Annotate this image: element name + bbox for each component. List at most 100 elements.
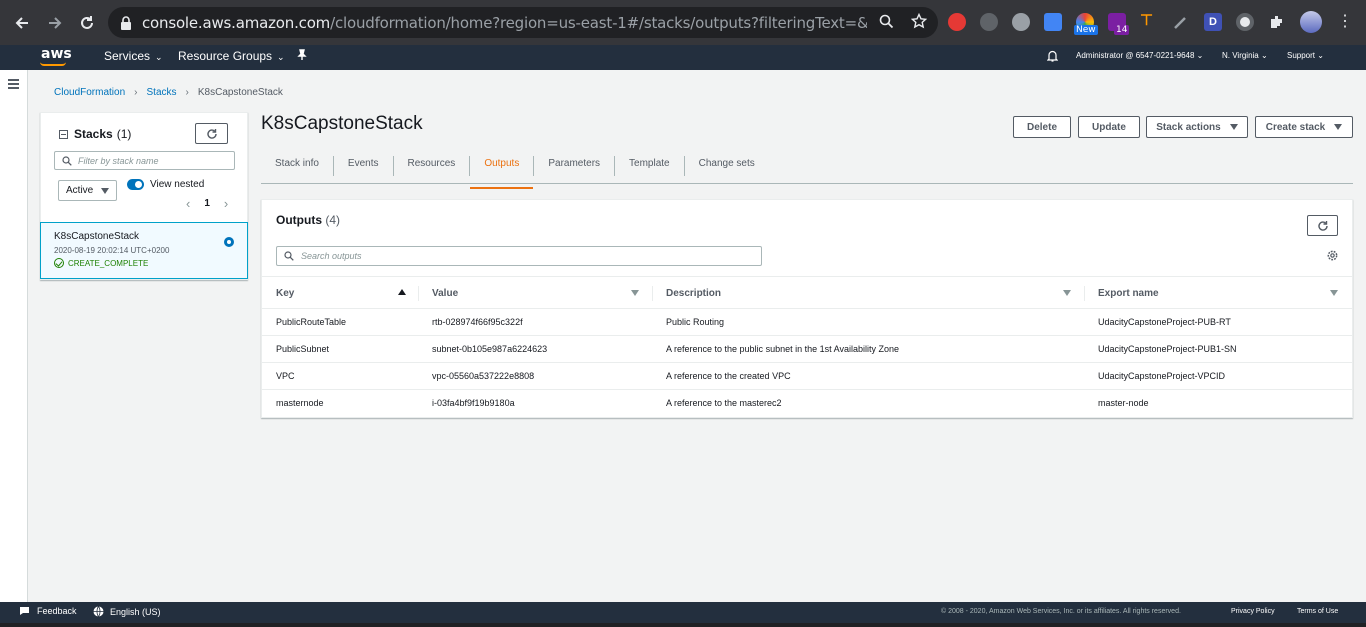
- lock-icon: [121, 15, 131, 30]
- column-divider: [1084, 286, 1085, 301]
- column-header-description[interactable]: Description: [666, 288, 721, 299]
- cell-value: i-03fa4bf9f19b9180a: [432, 398, 515, 408]
- outputs-panel: Outputs (4) Search outputs Key Value Des…: [261, 199, 1353, 418]
- tab-template[interactable]: Template: [615, 156, 685, 176]
- breadcrumb-current: K8sCapstoneStack: [197, 87, 283, 98]
- stacks-panel-title: Stacks (1): [59, 127, 131, 141]
- update-button[interactable]: Update: [1078, 116, 1140, 138]
- stack-radio-selected[interactable]: [224, 237, 234, 247]
- extension-circle-icon[interactable]: [1236, 13, 1254, 31]
- next-page-icon[interactable]: ›: [224, 196, 228, 211]
- hamburger-menu-icon[interactable]: [8, 79, 19, 91]
- tab-resources[interactable]: Resources: [394, 156, 471, 176]
- chevron-down-icon: ⌄: [1261, 51, 1268, 60]
- column-header-value[interactable]: Value: [432, 288, 458, 299]
- sort-icon[interactable]: [1330, 290, 1338, 296]
- stack-filter-input[interactable]: Filter by stack name: [54, 151, 235, 170]
- cell-description: A reference to the masterec2: [666, 398, 782, 408]
- tab-change-sets[interactable]: Change sets: [685, 156, 769, 176]
- caret-down-icon: [1229, 124, 1238, 130]
- cell-value: subnet-0b105e987a6224623: [432, 344, 548, 354]
- tab-events[interactable]: Events: [334, 156, 394, 176]
- extension-grid-icon[interactable]: [1012, 13, 1030, 31]
- support-menu[interactable]: Support ⌄: [1287, 51, 1324, 60]
- pin-icon[interactable]: [297, 49, 307, 64]
- zoom-icon[interactable]: [879, 14, 894, 33]
- extension-flag-icon[interactable]: ⊤: [1140, 13, 1158, 31]
- collapse-icon[interactable]: [59, 129, 68, 139]
- stack-name[interactable]: K8sCapstoneStack: [54, 231, 139, 242]
- caret-down-icon: [1334, 124, 1343, 130]
- chevron-down-icon: ⌄: [1317, 51, 1324, 60]
- column-header-export-name[interactable]: Export name: [1098, 288, 1159, 299]
- extension-d-icon[interactable]: D: [1204, 13, 1222, 31]
- chevron-right-icon: ›: [185, 87, 189, 98]
- stack-actions-button[interactable]: Stack actions: [1146, 116, 1248, 138]
- window-bottom-edge: [0, 623, 1366, 627]
- status-filter-select[interactable]: Active: [58, 180, 117, 201]
- language-selector[interactable]: English (US): [93, 606, 161, 617]
- refresh-stacks-button[interactable]: [195, 123, 228, 144]
- account-menu[interactable]: Administrator @ 6547-0221-9648 ⌄: [1076, 51, 1203, 60]
- table-row: masternode i-03fa4bf9f19b9180a A referen…: [262, 390, 1352, 417]
- bell-icon[interactable]: [1046, 50, 1059, 64]
- aws-logo[interactable]: aws: [41, 46, 72, 62]
- extension-badge-count: 14: [1114, 25, 1130, 35]
- search-placeholder: Search outputs: [301, 251, 362, 261]
- breadcrumb-stacks[interactable]: Stacks: [147, 87, 177, 98]
- side-navigation-rail: [0, 70, 28, 602]
- services-menu[interactable]: Services ⌄: [104, 49, 163, 63]
- extension-purple-icon[interactable]: 14: [1108, 13, 1130, 35]
- back-icon[interactable]: [12, 13, 32, 33]
- tab-parameters[interactable]: Parameters: [534, 156, 616, 176]
- reload-icon[interactable]: [77, 13, 97, 33]
- extensions-bar: New 14 ⊤ D ⋮: [948, 11, 1366, 35]
- view-nested-label: View nested: [150, 179, 205, 190]
- sort-icon[interactable]: [631, 290, 639, 296]
- sort-ascending-icon[interactable]: [398, 289, 406, 295]
- delete-button[interactable]: Delete: [1013, 116, 1071, 138]
- table-row: PublicSubnet subnet-0b105e987a6224623 A …: [262, 336, 1352, 363]
- sort-icon[interactable]: [1063, 290, 1071, 296]
- tab-stack-info[interactable]: Stack info: [261, 156, 334, 176]
- profile-avatar[interactable]: [1300, 11, 1322, 33]
- check-circle-icon: [54, 258, 64, 268]
- create-stack-button[interactable]: Create stack: [1255, 116, 1353, 138]
- search-icon: [62, 155, 72, 166]
- cell-export-name: master-node: [1098, 398, 1149, 408]
- privacy-policy-link[interactable]: Privacy Policy: [1231, 608, 1275, 615]
- search-icon: [284, 251, 294, 261]
- column-divider: [652, 286, 653, 301]
- forward-icon[interactable]: [45, 13, 65, 33]
- prev-page-icon[interactable]: ‹: [186, 196, 190, 211]
- more-menu-icon[interactable]: ⋮: [1336, 13, 1354, 31]
- breadcrumb-cloudformation[interactable]: CloudFormation: [54, 87, 125, 98]
- chevron-down-icon: ⌄: [155, 52, 163, 62]
- puzzle-icon[interactable]: [1268, 13, 1286, 31]
- gear-icon[interactable]: [1326, 249, 1339, 262]
- stacks-pagination: ‹ 1 ›: [186, 196, 228, 211]
- extension-camera-icon[interactable]: [1044, 13, 1062, 31]
- extension-recycle-icon[interactable]: [980, 13, 998, 31]
- extension-adblock-icon[interactable]: [948, 13, 966, 31]
- view-nested-toggle[interactable]: [127, 179, 144, 190]
- outputs-count: (4): [325, 213, 341, 227]
- refresh-outputs-button[interactable]: [1307, 215, 1338, 236]
- stack-list-item[interactable]: K8sCapstoneStack 2020-08-19 20:02:14 UTC…: [40, 222, 248, 279]
- extension-badge-new: New: [1074, 25, 1098, 35]
- stacks-count: (1): [116, 127, 132, 141]
- tab-outputs[interactable]: Outputs: [470, 156, 535, 189]
- column-header-key[interactable]: Key: [276, 288, 294, 299]
- current-page[interactable]: 1: [204, 198, 210, 209]
- terms-of-use-link[interactable]: Terms of Use: [1297, 608, 1338, 615]
- address-bar[interactable]: console.aws.amazon.com/cloudformation/ho…: [108, 7, 938, 38]
- outputs-search-input[interactable]: Search outputs: [276, 246, 762, 266]
- cell-export-name: UdacityCapstoneProject-PUB-RT: [1098, 317, 1231, 327]
- feedback-link[interactable]: Feedback: [19, 606, 77, 616]
- bookmark-star-icon[interactable]: [910, 12, 928, 33]
- resource-groups-menu[interactable]: Resource Groups ⌄: [178, 49, 285, 63]
- extension-pen-icon[interactable]: [1172, 13, 1190, 31]
- cell-key: PublicRouteTable: [276, 317, 347, 327]
- region-menu[interactable]: N. Virginia ⌄: [1222, 51, 1268, 60]
- extension-colorpick-icon[interactable]: New: [1074, 13, 1098, 35]
